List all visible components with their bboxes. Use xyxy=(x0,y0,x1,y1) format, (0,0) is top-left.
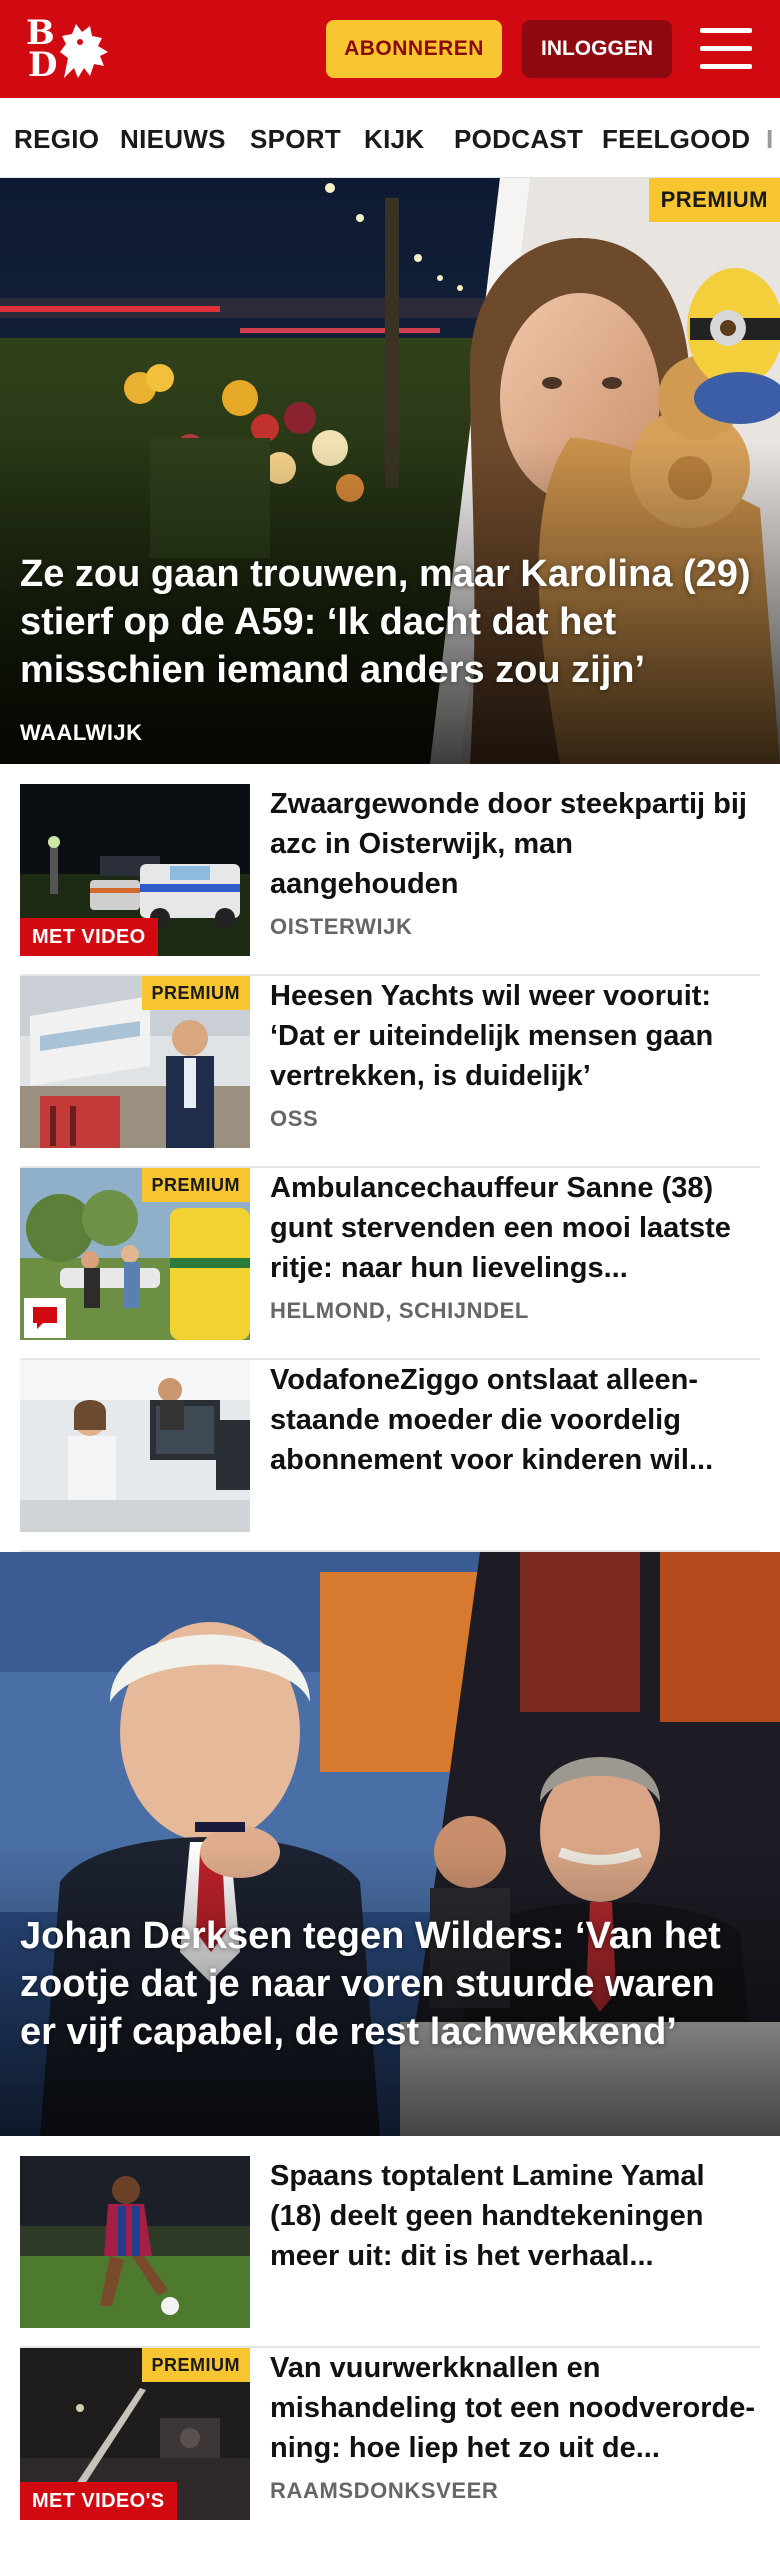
hero-headline[interactable]: Ze zou gaan trouwen, maar Karolina (29) … xyxy=(20,550,760,694)
premium-badge: PREMIUM xyxy=(141,2348,250,2382)
video-badge: MET VIDEO'S xyxy=(20,2482,177,2520)
lion-icon xyxy=(60,24,108,78)
thumbnail-image xyxy=(20,1360,250,1532)
subscribe-button[interactable]: ABONNEREN xyxy=(326,20,502,78)
article-thumbnail: MET VIDEO xyxy=(20,784,250,956)
article-item[interactable]: PREMIUM MET VIDEO'S Van vuurwerkknallen … xyxy=(20,2348,760,2544)
hero-article[interactable]: PREMIUM Ze zou gaan trouwen, maar Karoli… xyxy=(0,178,780,764)
article-title[interactable]: Van vuurwerkknallen en mishandeling tot … xyxy=(270,2348,760,2468)
article-item[interactable]: MET VIDEO Zwaargewonde door steekpartij … xyxy=(20,784,760,976)
nav-item-regio[interactable]: REGIO xyxy=(14,124,99,155)
video-badge: MET VIDEO xyxy=(20,918,158,956)
article-title[interactable]: Zwaargewonde door steekpartij bij azc in… xyxy=(270,784,760,904)
article-thumbnail xyxy=(20,1360,250,1532)
nav-item-sport[interactable]: SPORT xyxy=(250,124,341,155)
nav-item-overflow[interactable]: I xyxy=(766,124,774,155)
article-item[interactable]: PREMIUM Ambulancechauffeur Sanne (38) gu… xyxy=(20,1168,760,1360)
article-title[interactable]: Ambulancechauffeur Sanne (38) gunt sterv… xyxy=(270,1168,760,1288)
menu-line xyxy=(700,28,752,33)
article-location: OISTERWIJK xyxy=(270,914,413,939)
article-thumbnail: PREMIUM xyxy=(20,976,250,1148)
article-thumbnail xyxy=(20,2156,250,2328)
article-item[interactable]: VodafoneZiggo ontslaat alleen­staande mo… xyxy=(20,1360,760,1552)
article-item[interactable]: PREMIUM Heesen Yachts wil weer vooruit: … xyxy=(20,976,760,1168)
section-nav: REGIO NIEUWS SPORT KIJK PODCAST FEELGOOD… xyxy=(0,98,780,178)
speech-bubble-shape xyxy=(33,1307,57,1329)
hero-headline[interactable]: Johan Derksen tegen Wilders: ‘Van het zo… xyxy=(20,1912,760,2056)
hero-location: WAALWIJK xyxy=(20,720,143,745)
article-location: HELMOND, SCHIJNDEL xyxy=(270,1298,529,1323)
nav-item-feelgood[interactable]: FEELGOOD xyxy=(602,124,750,155)
hero-article-2[interactable]: Johan Derksen tegen Wilders: ‘Van het zo… xyxy=(0,1552,780,2136)
bd-logo[interactable]: B D xyxy=(26,16,118,86)
top-bar: B D ABONNEREN INLOGGEN xyxy=(0,0,780,98)
nav-item-nieuws[interactable]: NIEUWS xyxy=(120,124,226,155)
thumbnail-image xyxy=(20,2156,250,2328)
nav-item-kijk[interactable]: KIJK xyxy=(364,124,424,155)
article-title[interactable]: Spaans toptalent Lamine Yamal (18) deelt… xyxy=(270,2156,760,2276)
premium-badge: PREMIUM xyxy=(141,976,250,1010)
premium-badge: PREMIUM xyxy=(648,178,780,222)
article-location: OSS xyxy=(270,1106,319,1131)
article-thumbnail: PREMIUM xyxy=(20,1168,250,1340)
article-thumbnail: PREMIUM MET VIDEO'S xyxy=(20,2348,250,2520)
article-item[interactable]: Spaans toptalent Lamine Yamal (18) deelt… xyxy=(20,2156,760,2348)
nav-item-podcast[interactable]: PODCAST xyxy=(454,124,583,155)
article-title[interactable]: VodafoneZiggo ontslaat alleen­staande mo… xyxy=(270,1360,760,1480)
article-title[interactable]: Heesen Yachts wil weer vooruit: ‘Dat er … xyxy=(270,976,760,1096)
menu-line xyxy=(700,64,752,69)
menu-line xyxy=(700,46,752,51)
comment-icon xyxy=(24,1298,66,1338)
login-button[interactable]: INLOGGEN xyxy=(522,20,672,78)
hamburger-menu-icon[interactable] xyxy=(700,28,752,70)
premium-badge: PREMIUM xyxy=(141,1168,250,1202)
article-location: RAAMSDONKSVEER xyxy=(270,2478,499,2503)
